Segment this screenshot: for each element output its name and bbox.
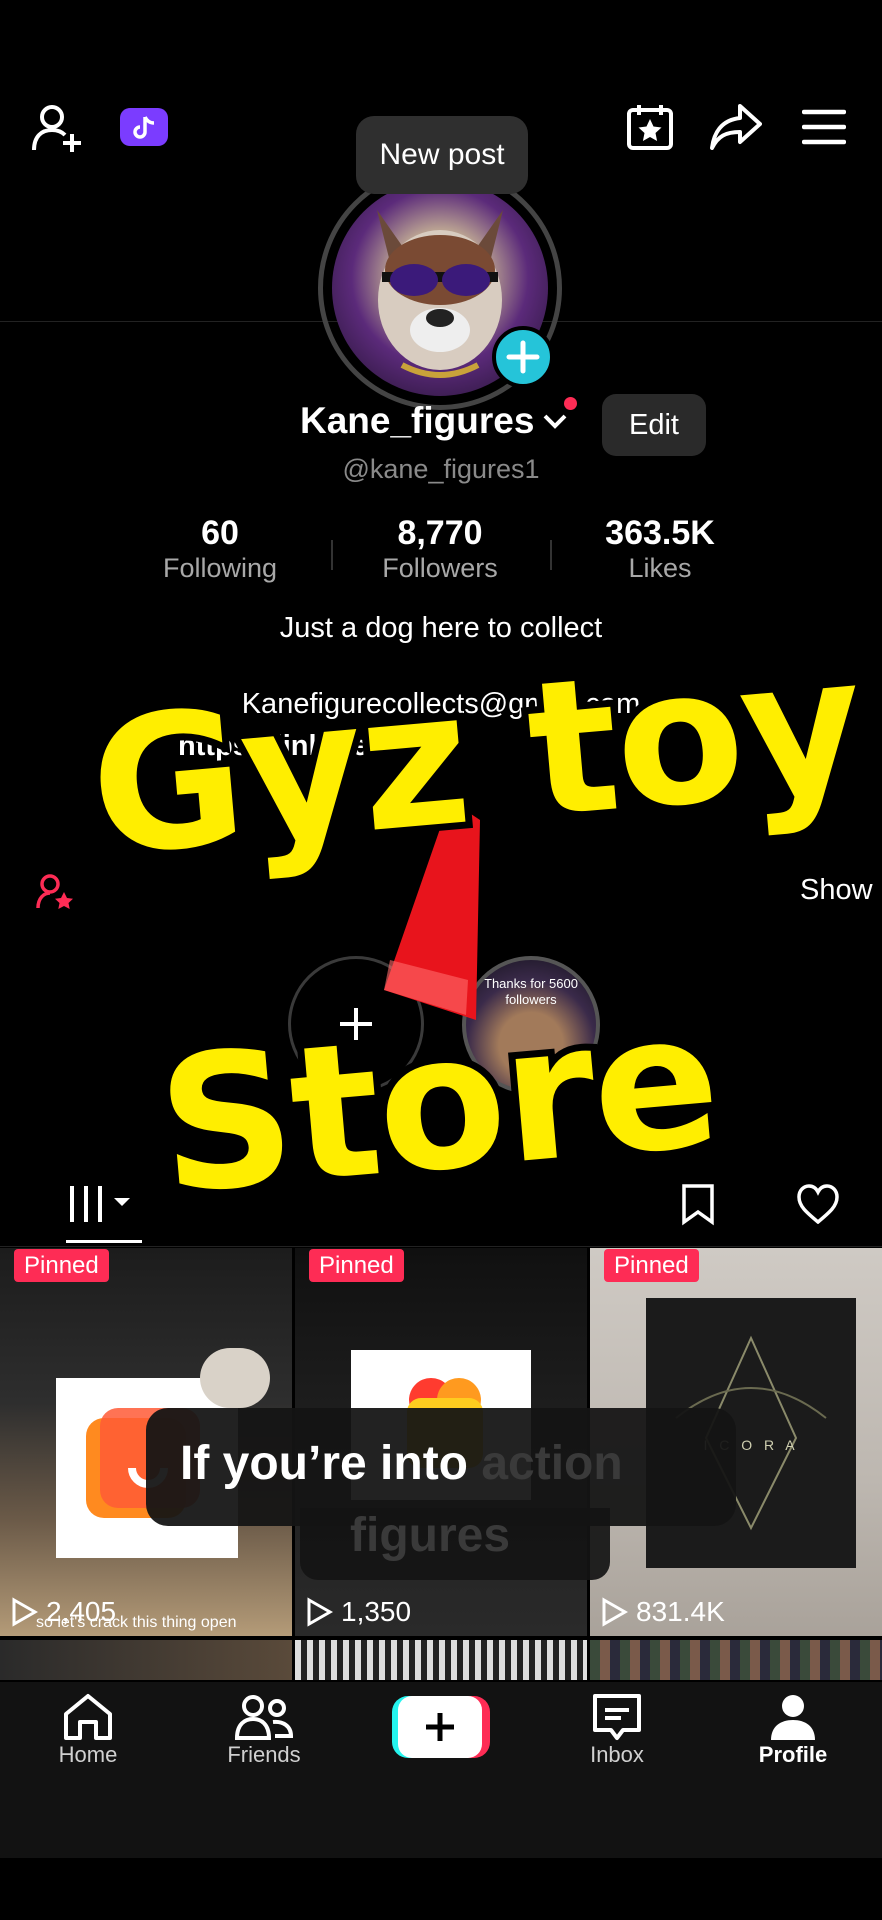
menu-icon[interactable] — [802, 108, 846, 146]
stat-divider — [331, 540, 333, 570]
view-count: 1,350 — [305, 1596, 411, 1628]
overlay-title-line1: Gyz toy — [76, 607, 877, 904]
caption-faded: action — [481, 1437, 623, 1490]
add-friend-icon[interactable] — [30, 100, 86, 156]
figure-head — [200, 1348, 270, 1408]
following-count: 60 — [201, 514, 239, 552]
handle: @kane_figures1 — [342, 454, 540, 484]
friends-icon — [208, 1692, 320, 1742]
video-thumbnail[interactable] — [0, 1640, 292, 1680]
caption-visible: If you’re into — [180, 1437, 468, 1490]
username-row[interactable]: Kane_figures — [300, 400, 570, 442]
videos-tab[interactable] — [66, 1182, 138, 1226]
overlay-title-line2: Store — [144, 964, 733, 1243]
caption-faded-2: figures — [350, 1509, 511, 1562]
caption-box-line2: figures — [300, 1508, 610, 1580]
home-icon — [32, 1692, 144, 1742]
suggested-accounts-icon[interactable] — [36, 874, 76, 910]
followers-stat[interactable]: 8,770 Followers — [340, 514, 540, 584]
view-count-value: 1,350 — [341, 1596, 412, 1627]
active-tab-indicator — [66, 1240, 142, 1243]
nav-label: Friends — [227, 1742, 301, 1767]
new-post-tooltip[interactable]: New post — [356, 116, 528, 194]
likes-stat[interactable]: 363.5K Likes — [560, 514, 760, 584]
add-story-button[interactable] — [492, 326, 554, 388]
chevron-down-icon[interactable] — [540, 406, 570, 436]
share-icon[interactable] — [710, 102, 762, 150]
create-button[interactable] — [392, 1696, 490, 1758]
video-thumbnail[interactable] — [590, 1640, 882, 1680]
followers-label: Followers — [382, 553, 498, 583]
calendar-star-icon[interactable] — [626, 102, 674, 152]
tabs-divider — [0, 1246, 882, 1247]
nav-inbox[interactable]: Inbox — [561, 1692, 673, 1768]
nav-profile[interactable]: Profile — [737, 1692, 849, 1768]
create-icon — [398, 1696, 482, 1758]
video-caption: so let's crack this thing open — [36, 1614, 237, 1631]
followers-count: 8,770 — [397, 514, 483, 552]
view-count-value: 831.4K — [636, 1596, 725, 1627]
profile-icon — [737, 1692, 849, 1742]
system-bar — [0, 1858, 882, 1920]
tiktok-studio-icon[interactable] — [120, 108, 168, 146]
caption-text: If you’re into action — [180, 1436, 623, 1491]
show-button[interactable]: Show — [800, 874, 873, 907]
inbox-icon — [561, 1692, 673, 1742]
pinned-badge: Pinned — [309, 1249, 404, 1282]
nav-home[interactable]: Home — [32, 1692, 144, 1768]
nav-label: Home — [58, 1742, 118, 1767]
following-stat[interactable]: 60 Following — [120, 514, 320, 584]
video-thumbnail[interactable] — [295, 1640, 587, 1680]
nav-label: Profile — [758, 1742, 828, 1767]
nav-friends[interactable]: Friends — [208, 1692, 320, 1768]
stat-divider — [550, 540, 552, 570]
pinned-badge: Pinned — [604, 1249, 699, 1282]
likes-count: 363.5K — [605, 514, 715, 552]
pinned-badge: Pinned — [14, 1249, 109, 1282]
notification-dot — [564, 397, 577, 410]
view-count: 831.4K — [600, 1596, 725, 1628]
display-name: Kane_figures — [300, 400, 535, 441]
edit-profile-button[interactable]: Edit — [602, 394, 706, 456]
liked-tab-icon[interactable] — [796, 1184, 840, 1224]
likes-label: Likes — [628, 553, 692, 583]
nav-label: Inbox — [590, 1742, 644, 1767]
following-label: Following — [162, 553, 278, 583]
